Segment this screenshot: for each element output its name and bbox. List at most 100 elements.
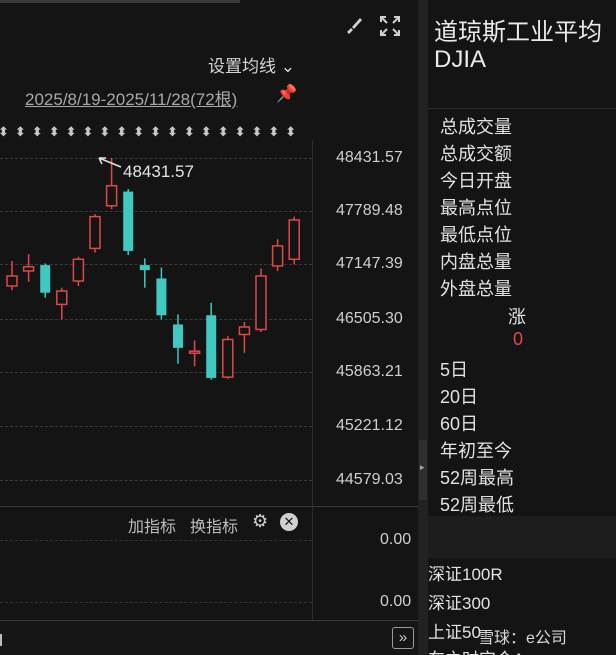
price-axis-label: 48431.57 [336, 149, 403, 166]
candle-body [255, 275, 267, 331]
sub-gridline [0, 602, 312, 603]
period-label: 52周最高 [440, 468, 515, 488]
candle-body [6, 275, 18, 287]
rise-label: 涨 [508, 307, 526, 327]
event-marker-icon[interactable]: ⬍ [49, 124, 60, 140]
event-marker-icon[interactable]: ⬍ [285, 124, 296, 140]
related-index-item[interactable]: 上证50 [428, 618, 481, 643]
candle-9[interactable] [156, 267, 167, 320]
candle-15[interactable] [255, 268, 267, 332]
pin-icon[interactable]: 📌 [276, 84, 297, 104]
event-marker-icon[interactable]: ⬍ [133, 124, 144, 140]
price-axis-label: 47147.39 [336, 255, 403, 272]
chart-toolbar [0, 0, 418, 46]
price-axis-label: 47789.48 [336, 202, 403, 219]
related-index-item[interactable]: 深证100R [428, 560, 503, 585]
index-code: DJIA [434, 46, 487, 73]
candle-3[interactable] [56, 287, 68, 320]
candle-body [89, 215, 101, 250]
date-range-label[interactable]: 2025/8/19-2025/11/28(72根) [25, 85, 237, 110]
period-label: 60日 [440, 414, 479, 434]
candle-10[interactable] [173, 314, 183, 364]
stat-label: 内盘总量 [440, 252, 512, 272]
period-label: 5日 [440, 360, 469, 380]
panel-splitter[interactable] [418, 0, 428, 655]
candle-body [271, 245, 284, 267]
event-marker-icon[interactable]: ⬍ [167, 124, 178, 140]
candle-body [56, 290, 68, 306]
scroll-marker[interactable] [0, 634, 2, 646]
candle-1[interactable] [22, 254, 35, 282]
event-marker-icon[interactable]: ⬍ [83, 124, 94, 140]
event-marker-icon[interactable]: ⬍ [0, 124, 9, 140]
candle-body [123, 191, 134, 251]
candle-4[interactable] [72, 256, 85, 287]
stat-label: 总成交量 [440, 117, 512, 137]
candlestick-plot[interactable] [0, 140, 312, 500]
rise-value: 0 [513, 329, 524, 349]
candle-11[interactable] [188, 340, 201, 367]
bottom-bar [0, 620, 418, 655]
price-axis-divider [312, 140, 313, 620]
splitter-handle[interactable]: ▸ [419, 440, 427, 500]
brush-icon[interactable] [342, 14, 366, 38]
event-marker-icon[interactable]: ⬍ [66, 124, 77, 140]
event-marker-icon[interactable]: ⬍ [252, 124, 263, 140]
kline-chart-area[interactable]: 设置均线 ⌄ 2025/8/19-2025/11/28(72根) 📌 ⬍ ⬍ ⬍ ⬍ ⬍… [0, 0, 418, 655]
switch-indicator-button[interactable]: 换指标 [190, 513, 238, 537]
event-marker-icon[interactable]: ⬍ [116, 124, 127, 140]
index-name: 道琼斯工业平均 [434, 19, 602, 46]
candle-body [22, 266, 35, 272]
related-index-item[interactable]: 深证300 [428, 589, 490, 614]
toolbar-top-line [0, 0, 240, 3]
candle-body [72, 258, 85, 282]
gear-icon[interactable]: ⚙ [252, 511, 268, 532]
fullscreen-icon[interactable] [378, 14, 402, 38]
chevron-right-icon: ▸ [420, 462, 425, 472]
add-indicator-button[interactable]: 加指标 [128, 513, 176, 537]
stat-label: 外盘总量 [440, 279, 512, 299]
candle-0[interactable] [6, 260, 18, 291]
event-marker-icon[interactable]: ⬍ [99, 124, 110, 140]
sub-panel-divider [0, 506, 418, 507]
candle-5[interactable] [89, 214, 101, 253]
candle-7[interactable] [123, 189, 134, 256]
related-header-band [428, 516, 616, 558]
event-marker-icon[interactable]: ⬍ [201, 124, 212, 140]
candle-2[interactable] [40, 263, 51, 298]
watermark: 雪球：e公司 [478, 630, 567, 647]
period-label: 52周最低 [440, 495, 515, 515]
ma-setting-dropdown[interactable]: 设置均线 ⌄ [208, 52, 295, 77]
candle-body [222, 338, 234, 378]
candle-16[interactable] [271, 239, 284, 271]
candle-body [173, 324, 183, 348]
event-marker-icon[interactable]: ⬍ [15, 124, 26, 140]
candle-body [40, 265, 51, 293]
max-marker-arrow [98, 157, 122, 168]
event-marker-icon[interactable]: ⬍ [235, 124, 246, 140]
stat-label: 最高点位 [440, 198, 512, 218]
event-marker-icon[interactable]: ⬍ [184, 124, 195, 140]
price-axis-label: 46505.30 [336, 310, 403, 327]
close-icon[interactable]: ✕ [280, 513, 298, 531]
period-label: 年初至今 [440, 441, 512, 461]
candle-body [238, 326, 251, 336]
candle-13[interactable] [222, 336, 234, 379]
candle-12[interactable] [206, 302, 217, 380]
candle-body [188, 350, 201, 354]
sub-axis-value: 0.00 [380, 593, 412, 610]
event-marker-icon[interactable]: ⬍ [268, 124, 279, 140]
expand-icon[interactable]: » [392, 627, 414, 649]
price-axis-label: 45863.21 [336, 363, 403, 380]
sub-gridline [0, 540, 312, 541]
chevron-down-icon: ⌄ [280, 57, 295, 76]
period-label: 20日 [440, 387, 479, 407]
event-marker-icon[interactable]: ⬍ [218, 124, 229, 140]
candle-14[interactable] [238, 321, 251, 353]
candle-body [105, 184, 118, 207]
candle-17[interactable] [288, 216, 300, 265]
candle-body [288, 219, 300, 261]
candle-8[interactable] [139, 258, 150, 288]
event-marker-icon[interactable]: ⬍ [32, 124, 43, 140]
event-marker-icon[interactable]: ⬍ [150, 124, 161, 140]
